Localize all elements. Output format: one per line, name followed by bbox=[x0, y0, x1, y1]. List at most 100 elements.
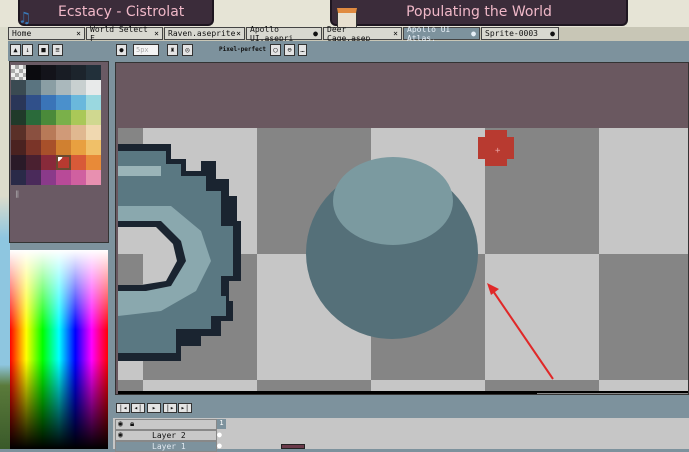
palette-swatch[interactable] bbox=[86, 140, 101, 155]
palette-swatch[interactable] bbox=[86, 95, 101, 110]
palette-swatch[interactable] bbox=[86, 170, 101, 185]
palette-swatch[interactable] bbox=[71, 125, 86, 140]
palette-panel: ‖ bbox=[9, 61, 109, 243]
palette-swatch[interactable] bbox=[26, 155, 41, 170]
palette-swatch[interactable] bbox=[71, 140, 86, 155]
palette-swatch[interactable] bbox=[26, 125, 41, 140]
timeline-panel: |◂ ◂| ▸ |▸ ▸| 1 ◉ 🔒︎ Layer 2 ◉ ● Layer 1… bbox=[113, 400, 689, 452]
palette-swatch[interactable] bbox=[26, 140, 41, 155]
palette-sort-icon[interactable]: ↓ bbox=[22, 44, 33, 56]
palette-swatch[interactable] bbox=[26, 65, 41, 80]
tab-world-select[interactable]: World Select F × bbox=[86, 25, 163, 43]
brush-type-icon[interactable]: ● bbox=[116, 44, 127, 56]
close-icon[interactable]: × bbox=[154, 29, 159, 38]
palette-swatch[interactable] bbox=[56, 95, 71, 110]
palette-swatch[interactable] bbox=[71, 95, 86, 110]
palette-swatch[interactable] bbox=[11, 65, 26, 80]
tab-sprite-0003[interactable]: Sprite-0003 ● bbox=[481, 27, 559, 40]
palette-swatch[interactable] bbox=[41, 80, 56, 95]
modified-dot-icon[interactable]: ● bbox=[471, 29, 476, 38]
palette-swatch[interactable] bbox=[86, 80, 101, 95]
layer-name: Layer 2 bbox=[152, 431, 186, 440]
tab-raven[interactable]: Raven.aseprite × bbox=[164, 27, 245, 40]
palette-swatch[interactable] bbox=[11, 95, 26, 110]
palette-swatch[interactable] bbox=[86, 155, 101, 170]
palette-swatch[interactable] bbox=[86, 65, 101, 80]
tab-home[interactable]: Home × bbox=[8, 27, 85, 40]
color-palette[interactable] bbox=[11, 65, 101, 185]
palette-swatch[interactable] bbox=[11, 80, 26, 95]
tab-apollo-ui-atlas[interactable]: Apollo UI Atlas. ● bbox=[403, 25, 480, 43]
palette-swatch[interactable] bbox=[56, 80, 71, 95]
modified-dot-icon[interactable]: ● bbox=[550, 29, 555, 38]
brush-size-input[interactable]: 5px bbox=[133, 44, 159, 56]
palette-options-icon[interactable]: ▲ bbox=[10, 44, 21, 56]
palette-swatch[interactable] bbox=[11, 155, 26, 170]
pixel-perfect-label[interactable]: Pixel-perfect bbox=[219, 46, 266, 53]
palette-swatch[interactable] bbox=[11, 140, 26, 155]
opacity-icon[interactable]: ◎ bbox=[182, 44, 193, 56]
palette-resize-handle[interactable]: ‖ bbox=[15, 190, 19, 198]
palette-swatch[interactable] bbox=[26, 110, 41, 125]
palette-swatch[interactable] bbox=[56, 125, 71, 140]
chapter-title-box: Populating the World bbox=[330, 0, 628, 26]
close-icon[interactable]: × bbox=[236, 29, 241, 38]
tab-bar: Home × World Select F × Raven.aseprite × Ap… bbox=[8, 25, 689, 43]
close-icon[interactable]: × bbox=[76, 29, 81, 38]
close-icon[interactable]: × bbox=[393, 29, 398, 38]
palette-swatch[interactable] bbox=[26, 80, 41, 95]
palette-swatch[interactable] bbox=[41, 110, 56, 125]
canvas-viewport[interactable]: + bbox=[115, 62, 689, 395]
color-spectrum-picker[interactable] bbox=[10, 250, 108, 449]
first-frame-icon[interactable]: |◂ bbox=[116, 403, 130, 413]
palette-swatch[interactable] bbox=[11, 170, 26, 185]
palette-swatch[interactable] bbox=[41, 170, 56, 185]
palette-swatch[interactable] bbox=[56, 140, 71, 155]
palette-swatch[interactable] bbox=[86, 125, 101, 140]
tab-apollo-ui[interactable]: Apollo UI.asepri ● bbox=[246, 25, 322, 43]
palette-swatch[interactable] bbox=[41, 140, 56, 155]
palette-swatch[interactable] bbox=[41, 155, 56, 170]
lock-icon[interactable]: 🔒︎ bbox=[130, 419, 134, 429]
cel-icon[interactable]: ● bbox=[217, 430, 226, 440]
layer-row-layer-2[interactable]: Layer 2 bbox=[115, 430, 217, 441]
palette-swatch[interactable] bbox=[41, 95, 56, 110]
frame-number[interactable]: 1 bbox=[217, 419, 226, 429]
visibility-icon[interactable]: ◉ bbox=[118, 430, 123, 439]
visibility-icon[interactable]: ◉ bbox=[118, 419, 123, 428]
context-toolbar: ▲ ↓ ■ ≡ ● 5px ♜ ◎ Pixel-perfect ◯ ⊖ … bbox=[8, 41, 689, 61]
palette-swatch[interactable] bbox=[11, 125, 26, 140]
palette-swatch[interactable] bbox=[41, 65, 56, 80]
symmetry-horizontal-icon[interactable]: ⊖ bbox=[284, 44, 295, 56]
palette-swatch[interactable] bbox=[26, 170, 41, 185]
palette-swatch[interactable] bbox=[71, 155, 86, 170]
ink-icon[interactable]: ♜ bbox=[167, 44, 178, 56]
palette-swatch[interactable] bbox=[71, 80, 86, 95]
previous-frame-icon[interactable]: ◂| bbox=[131, 403, 145, 413]
symmetry-vertical-icon[interactable]: ◯ bbox=[270, 44, 281, 56]
palette-menu-icon[interactable]: ≡ bbox=[52, 44, 63, 56]
palette-swatch[interactable] bbox=[26, 95, 41, 110]
palette-swatch[interactable] bbox=[56, 110, 71, 125]
palette-swatch[interactable] bbox=[11, 110, 26, 125]
layer-name: Layer 1 bbox=[152, 442, 186, 451]
palette-swatch[interactable] bbox=[56, 65, 71, 80]
sprite-canvas[interactable]: + bbox=[116, 63, 689, 395]
palette-swatch[interactable] bbox=[56, 155, 71, 170]
tab-deer-cage[interactable]: Deer Cage.asep × bbox=[323, 25, 402, 43]
cel-icon[interactable]: ● bbox=[217, 441, 226, 451]
palette-swatch[interactable] bbox=[71, 170, 86, 185]
palette-swatch[interactable] bbox=[71, 110, 86, 125]
last-frame-icon[interactable]: ▸| bbox=[178, 403, 192, 413]
palette-swatch[interactable] bbox=[41, 125, 56, 140]
palette-swatch[interactable] bbox=[71, 65, 86, 80]
layer-row-layer-1[interactable]: Layer 1 bbox=[115, 441, 217, 452]
more-options-icon[interactable]: … bbox=[298, 44, 307, 56]
palette-swatch[interactable] bbox=[56, 170, 71, 185]
modified-dot-icon[interactable]: ● bbox=[313, 29, 318, 38]
play-icon[interactable]: ▸ bbox=[147, 403, 161, 413]
palette-presets-icon[interactable]: ■ bbox=[38, 44, 49, 56]
palette-swatch[interactable] bbox=[86, 110, 101, 125]
next-frame-icon[interactable]: |▸ bbox=[163, 403, 177, 413]
chapter-title: Populating the World bbox=[406, 4, 552, 20]
